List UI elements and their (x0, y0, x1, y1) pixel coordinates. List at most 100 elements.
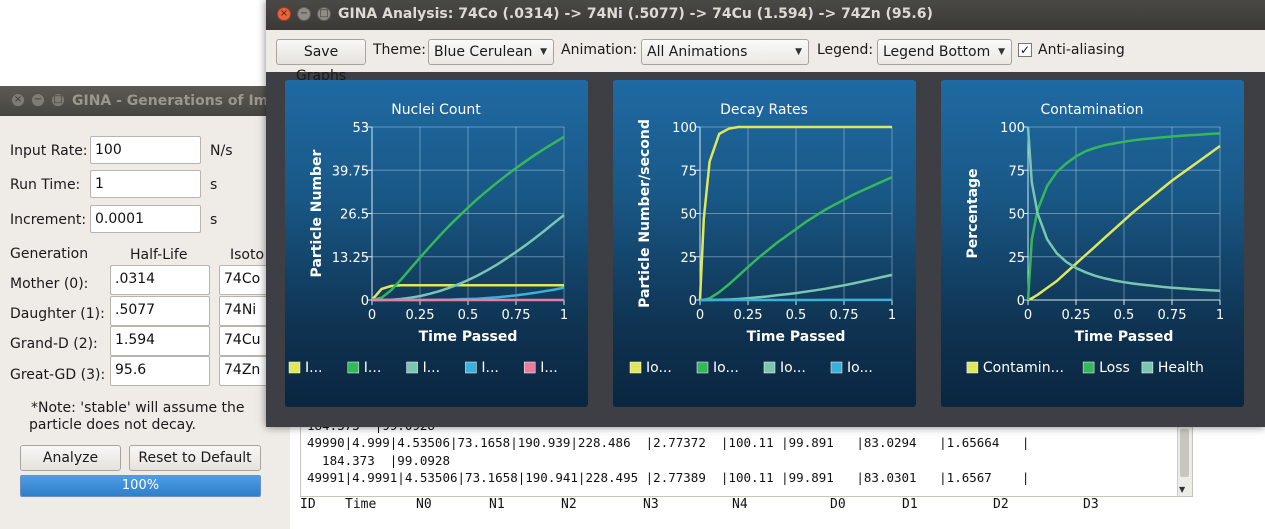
nuclei-count-chart: Nuclei Count 0 0.25 0.5 0.75 1 0 13.25 26.5 39.75… (285, 80, 588, 407)
scrollbar-thumb[interactable] (1180, 429, 1189, 477)
legend-label: Legend: (817, 42, 874, 58)
console-output[interactable]: 184.373 |99.0928 49990|4.999|4.53506|73.… (300, 418, 1193, 497)
anti-aliasing-checkbox[interactable]: ✓ (1018, 43, 1032, 57)
increment-field[interactable]: 0.0001 (90, 205, 201, 233)
column-header: D2 (993, 497, 1009, 512)
x-tick-label: 0.75 (502, 308, 531, 323)
run-time-unit: s (210, 177, 218, 193)
console-line: 184.373 |99.0928 (307, 452, 450, 468)
save-graphs-button[interactable]: Save Graphs (276, 39, 366, 84)
y-tick-label: 0 (361, 294, 369, 309)
legend-swatch (288, 361, 301, 374)
minimize-icon[interactable]: − (31, 93, 45, 107)
y-tick-label: 100 (672, 121, 697, 136)
row-label: Great-GD (3): (10, 367, 106, 383)
x-tick-label: 0.75 (1158, 308, 1187, 323)
legend-label: Io... (713, 360, 739, 376)
note-text: particle does not decay. (29, 417, 196, 433)
y-tick-label: 75 (680, 164, 697, 179)
theme-select-value: Blue Cerulean (434, 44, 533, 60)
column-header: D0 (830, 497, 846, 512)
legend-swatch (629, 361, 642, 374)
x-tick-label: 0.5 (1114, 308, 1135, 323)
legend-label: Health (1158, 360, 1204, 376)
main-window-titlebar: × − □ GINA - Generations of Impl (0, 86, 290, 116)
maximize-icon[interactable]: □ (51, 93, 65, 107)
animation-select[interactable]: All Animations ▼ (641, 39, 809, 65)
legend-select[interactable]: Legend Bottom ▼ (877, 39, 1012, 65)
legend-swatch (465, 361, 477, 374)
y-tick-label: 25 (1008, 251, 1025, 266)
progress-bar: 100% (20, 475, 261, 497)
y-tick-label: 50 (1008, 208, 1025, 223)
scroll-down-arrow-icon[interactable]: ▼ (1179, 485, 1185, 494)
console-text: 184.373 |99.0928 49990|4.999|4.53506|73.… (307, 417, 1029, 486)
row-label: Mother (0): (10, 276, 89, 292)
console-scrollbar[interactable]: ▼ (1177, 426, 1192, 496)
decay-rates-svg: Decay Rates 0 0.25 0.5 0.75 1 0 25 50 75 100 Time P… (629, 102, 896, 376)
reset-default-button[interactable]: Reset to Default (129, 445, 261, 471)
legend-swatch (763, 361, 776, 374)
x-tick-label: 0.25 (406, 308, 435, 323)
legend-swatch (523, 361, 536, 374)
y-axis-label: Percentage (965, 168, 981, 258)
increment-label: Increment: (10, 212, 87, 228)
note-text: *Note: 'stable' will assume the (31, 400, 245, 416)
console-line: 49991|4.9991|4.53506|73.1658|190.941|228… (307, 469, 1030, 485)
chart-title: Nuclei Count (391, 102, 481, 118)
x-tick-label: 0 (696, 308, 704, 323)
run-time-field[interactable]: 1 (90, 170, 201, 198)
legend-label: I... (423, 360, 440, 376)
theme-select[interactable]: Blue Cerulean ▼ (428, 39, 554, 65)
window-background (1201, 425, 1265, 529)
half-life-field[interactable]: 95.6 (110, 356, 210, 386)
main-window: × − □ GINA - Generations of Impl Input R… (0, 86, 290, 529)
main-window-title: GINA - Generations of Impl (72, 93, 284, 109)
x-tick-label: 0.25 (734, 308, 763, 323)
analysis-window-title: GINA Analysis: 74Co (.0314) -> 74Ni (.50… (338, 6, 933, 22)
legend-label: Io... (646, 360, 672, 376)
chart-title: Decay Rates (720, 102, 808, 118)
y-tick-label: 50 (680, 208, 697, 223)
y-tick-label: 53 (352, 121, 369, 136)
half-life-field[interactable]: .0314 (110, 265, 210, 295)
legend-swatch (830, 361, 843, 374)
y-tick-label: 39.75 (332, 164, 369, 179)
y-axis-label: Particle Number (309, 149, 325, 277)
half-life-field[interactable]: 1.594 (110, 326, 210, 356)
row-label: Grand-D (2): (10, 336, 98, 352)
column-header: N3 (643, 497, 659, 512)
row-label: Daughter (1): (10, 306, 105, 322)
x-tick-label: 0.5 (786, 308, 807, 323)
legend-label: I... (364, 360, 381, 376)
x-axis-label: Time Passed (1075, 329, 1174, 345)
y-tick-label: 26.5 (340, 208, 369, 223)
x-tick-label: 0.75 (830, 308, 859, 323)
input-rate-unit: N/s (210, 143, 233, 159)
y-tick-label: 100 (1000, 121, 1025, 136)
half-life-field[interactable]: .5077 (110, 296, 210, 326)
close-icon[interactable]: × (277, 7, 291, 21)
y-tick-label: 0 (689, 294, 697, 309)
y-tick-label: 75 (1008, 164, 1025, 179)
legend-label: Io... (847, 360, 873, 376)
increment-unit: s (210, 212, 218, 228)
x-tick-label: 0 (1024, 308, 1032, 323)
analyze-button[interactable]: Analyze (20, 445, 121, 471)
legend-swatch (966, 361, 979, 374)
y-tick-label: 0 (1017, 294, 1025, 309)
y-tick-label: 25 (680, 251, 697, 266)
input-rate-field[interactable]: 100 (90, 136, 201, 164)
nuclei-count-svg: Nuclei Count 0 0.25 0.5 0.75 1 0 13.25 26.5 39.75… (288, 102, 568, 376)
legend-label: I... (305, 360, 322, 376)
legend-label: Contamin... (983, 360, 1064, 376)
close-icon[interactable]: × (11, 93, 25, 107)
minimize-icon[interactable]: − (297, 7, 311, 21)
progress-text: 100% (121, 478, 160, 493)
x-axis-label: Time Passed (747, 329, 846, 345)
maximize-icon[interactable]: □ (317, 7, 331, 21)
x-tick-label: 1 (1216, 308, 1224, 323)
half-life-header: Half-Life (130, 247, 188, 263)
analysis-window-titlebar: × − □ GINA Analysis: 74Co (.0314) -> 74N… (266, 0, 1265, 30)
toolbar: Save Graphs Theme: Blue Cerulean ▼ Anima… (266, 30, 1265, 84)
